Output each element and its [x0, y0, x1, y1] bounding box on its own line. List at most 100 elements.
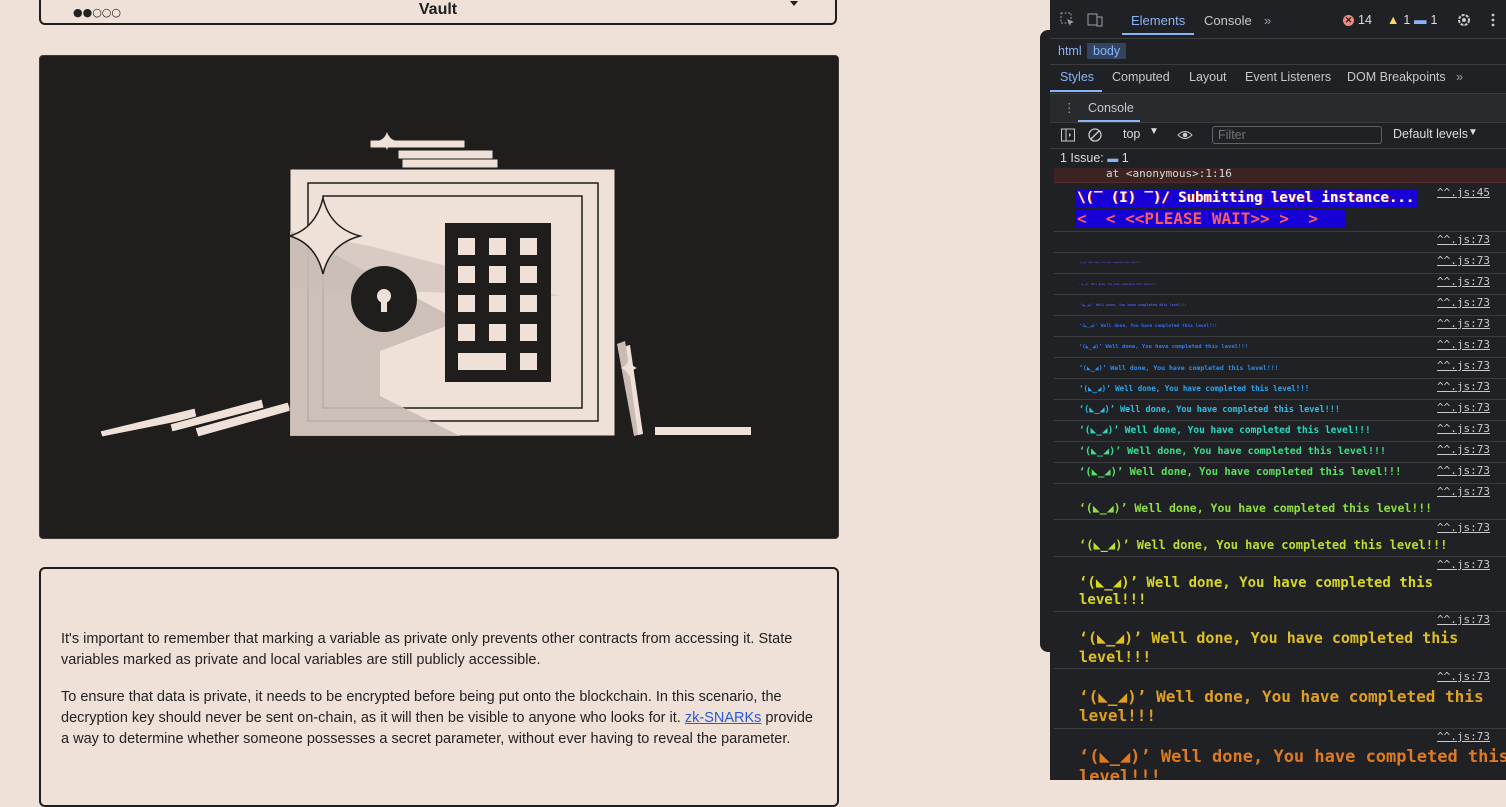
log-message: ‘(◣_◢)’ Well done, You have completed th… — [1079, 501, 1433, 515]
level-title: Vault — [418, 1, 458, 18]
settings-gear-icon[interactable] — [1456, 12, 1472, 28]
devtools-panel: Elements Console » ✕ 14 ▲ 1 ▬ 1 html body S… — [1050, 0, 1506, 780]
source-link[interactable]: ^^.js:73 — [1437, 485, 1490, 498]
drawer-menu-icon[interactable]: ⋮ — [1063, 100, 1076, 115]
kebab-menu-icon[interactable] — [1485, 12, 1501, 28]
console-message: ^^.js:73 ‘(◣_◢)’ Well done, You have comp… — [1054, 252, 1506, 274]
inspect-element-icon[interactable] — [1060, 12, 1076, 28]
log-message-line2: level!!! — [1079, 592, 1147, 608]
log-message: ‘(◣_◢)’ Well done, You have completed th… — [1079, 283, 1156, 286]
source-link[interactable]: ^^.js:45 — [1437, 186, 1490, 199]
log-message: ‘(◣_◢)’ Well done, You have completed th… — [1079, 425, 1371, 436]
issues-count: 1 — [1121, 151, 1129, 165]
clear-console-icon[interactable] — [1087, 127, 1103, 143]
console-message: ^^.js:73 ‘(◣_◢)’ Well done, You have comp… — [1054, 273, 1506, 295]
log-message: ‘(◣_◢)’ Well done, You have completed th… — [1079, 262, 1141, 264]
tab-styles[interactable]: Styles — [1060, 70, 1094, 84]
drawer-tab-indicator — [1078, 120, 1140, 122]
log-message-line2: level!!! — [1079, 706, 1157, 725]
info-count-badge[interactable]: ▬ 1 — [1414, 13, 1437, 27]
description-paragraph: It's important to remember that marking … — [61, 631, 793, 668]
log-message-line1: ‘(◣_◢)’ Well done, You have completed th… — [1079, 629, 1459, 647]
submit-message-line2: < < <<PLEASE WAIT>> > > — [1075, 209, 1346, 228]
eye-icon[interactable] — [1177, 127, 1193, 143]
error-icon: ✕ — [1343, 14, 1354, 26]
console-message: ^^.js:73 ‘(◣_◢)’ Well done, You have comp… — [1054, 357, 1506, 379]
warning-count-badge[interactable]: ▲ 1 — [1387, 13, 1410, 27]
description-paragraph: To ensure that data is private, it needs… — [61, 687, 817, 750]
log-message: ‘(◣_◢)’ Well done, You have completed th… — [1079, 384, 1310, 393]
console-message: ^^.js:73 ‘(◣_◢)’ Well done, You have comp… — [1054, 336, 1506, 358]
source-link[interactable]: ^^.js:73 — [1437, 558, 1490, 571]
drawer-tab-console[interactable]: Console — [1088, 101, 1134, 115]
chevron-down-icon[interactable] — [789, 0, 799, 8]
source-link[interactable]: ^^.js:73 — [1437, 521, 1490, 534]
tab-elements[interactable]: Elements — [1131, 13, 1185, 28]
console-message: ^^.js:73 ‘(◣_◢)’ Well done, You have com… — [1054, 728, 1506, 780]
source-link[interactable]: ^^.js:73 — [1437, 401, 1490, 414]
source-link[interactable]: ^^.js:73 — [1437, 254, 1490, 267]
error-stack-trace: at <anonymous>:1:16 — [1054, 167, 1506, 183]
console-message: ^^.js:73 ‘(◣_◢)’ Well done, You have comp… — [1054, 462, 1506, 484]
issue-icon: ▬ — [1107, 153, 1119, 165]
device-toolbar-icon[interactable] — [1087, 12, 1103, 28]
sidebar-toggle-icon[interactable] — [1060, 127, 1076, 143]
source-link[interactable]: ^^.js:73 — [1437, 275, 1490, 288]
console-message: ^^.js:73 ‘(◣_◢)’ Well done, You have com… — [1054, 556, 1506, 612]
breadcrumb-html[interactable]: html — [1052, 43, 1088, 59]
issues-label: 1 Issue: — [1060, 151, 1104, 165]
source-link[interactable]: ^^.js:73 — [1437, 233, 1490, 246]
console-message: ^^.js:73 ‘(◣_◢)’ Well done, You have comp… — [1054, 519, 1506, 557]
source-link[interactable]: ^^.js:73 — [1437, 613, 1490, 626]
source-link[interactable]: ^^.js:73 — [1437, 317, 1490, 330]
log-message: ‘(◣_◢)’ Well done, You have completed th… — [1079, 344, 1248, 350]
tab-console[interactable]: Console — [1204, 13, 1252, 28]
log-message: ‘(◣_◢)’ Well done, You have completed th… — [1079, 405, 1340, 415]
level-illustration — [39, 55, 839, 539]
log-message-line2: level!!! — [1079, 767, 1161, 780]
context-selector[interactable]: top — [1123, 127, 1140, 141]
console-toolbar: top ▼ Default levels ▼ — [1050, 123, 1506, 149]
source-link[interactable]: ^^.js:73 — [1437, 422, 1490, 435]
source-link[interactable]: ^^.js:73 — [1437, 296, 1490, 309]
more-subtabs-icon[interactable]: » — [1456, 70, 1463, 84]
source-link[interactable]: ^^.js:73 — [1437, 443, 1490, 456]
source-link[interactable]: ^^.js:73 — [1437, 338, 1490, 351]
log-message: ‘(◣_◢)’ Well done, You have completed th… — [1079, 538, 1448, 552]
source-link[interactable]: ^^.js:73 — [1437, 464, 1490, 477]
log-message: ‘(◣_◢)’ Well done, You have completed th… — [1079, 324, 1218, 329]
level-header-card[interactable]: ●●○○○ Vault — [39, 0, 837, 25]
info-count: 1 — [1430, 13, 1438, 27]
source-link[interactable]: ^^.js:73 — [1437, 670, 1490, 683]
levels-chevron-icon[interactable]: ▼ — [1468, 127, 1478, 138]
tab-event-listeners[interactable]: Event Listeners — [1245, 70, 1331, 84]
issues-summary[interactable]: 1 Issue: ▬ 1 — [1060, 151, 1129, 165]
log-message: ‘(◣_◢)’ Well done, You have completed th… — [1079, 364, 1279, 372]
source-link[interactable]: ^^.js:73 — [1437, 730, 1490, 743]
log-message-line1: ‘(◣_◢)’ Well done, You have completed th… — [1079, 687, 1484, 706]
active-tab-indicator — [1122, 33, 1194, 35]
console-drawer-header: ⋮ Console — [1050, 94, 1506, 123]
tab-computed[interactable]: Computed — [1112, 70, 1170, 84]
console-message: ^^.js:73 ‘(◣_◢)’ Well done, You have comp… — [1054, 315, 1506, 337]
source-link[interactable]: ^^.js:73 — [1437, 380, 1490, 393]
more-tabs-icon[interactable]: » — [1264, 13, 1271, 28]
context-dropdown-icon[interactable]: ▼ — [1149, 126, 1159, 137]
console-filter-input[interactable] — [1212, 126, 1382, 144]
message-icon: ▬ — [1414, 13, 1427, 27]
console-message: ^^.js:73 ‘(◣_◢)’ Well done, You have comp… — [1054, 378, 1506, 400]
tab-layout[interactable]: Layout — [1189, 70, 1227, 84]
console-message: ^^.js:73 ‘(◣_◢)’ Well done, You have comp… — [1054, 483, 1506, 520]
breadcrumb-body[interactable]: body — [1087, 43, 1127, 59]
tab-dom-breakpoints[interactable]: DOM Breakpoints — [1347, 70, 1446, 84]
error-count-badge[interactable]: ✕ 14 — [1343, 13, 1372, 27]
log-levels-dropdown[interactable]: Default levels — [1393, 127, 1468, 141]
log-message: ‘(◣_◢)’ Well done, You have completed th… — [1079, 466, 1402, 478]
devtools-toolbar: Elements Console » ✕ 14 ▲ 1 ▬ 1 — [1050, 0, 1506, 39]
console-message: ^^.js:73 — [1054, 231, 1506, 253]
vault-safe-illustration — [99, 132, 751, 438]
breadcrumb: html body — [1050, 39, 1506, 65]
zk-snarks-link[interactable]: zk-SNARKs — [685, 710, 762, 726]
source-link[interactable]: ^^.js:73 — [1437, 359, 1490, 372]
log-message: ‘(◣_◢)’ Well done, You have completed th… — [1079, 303, 1187, 307]
